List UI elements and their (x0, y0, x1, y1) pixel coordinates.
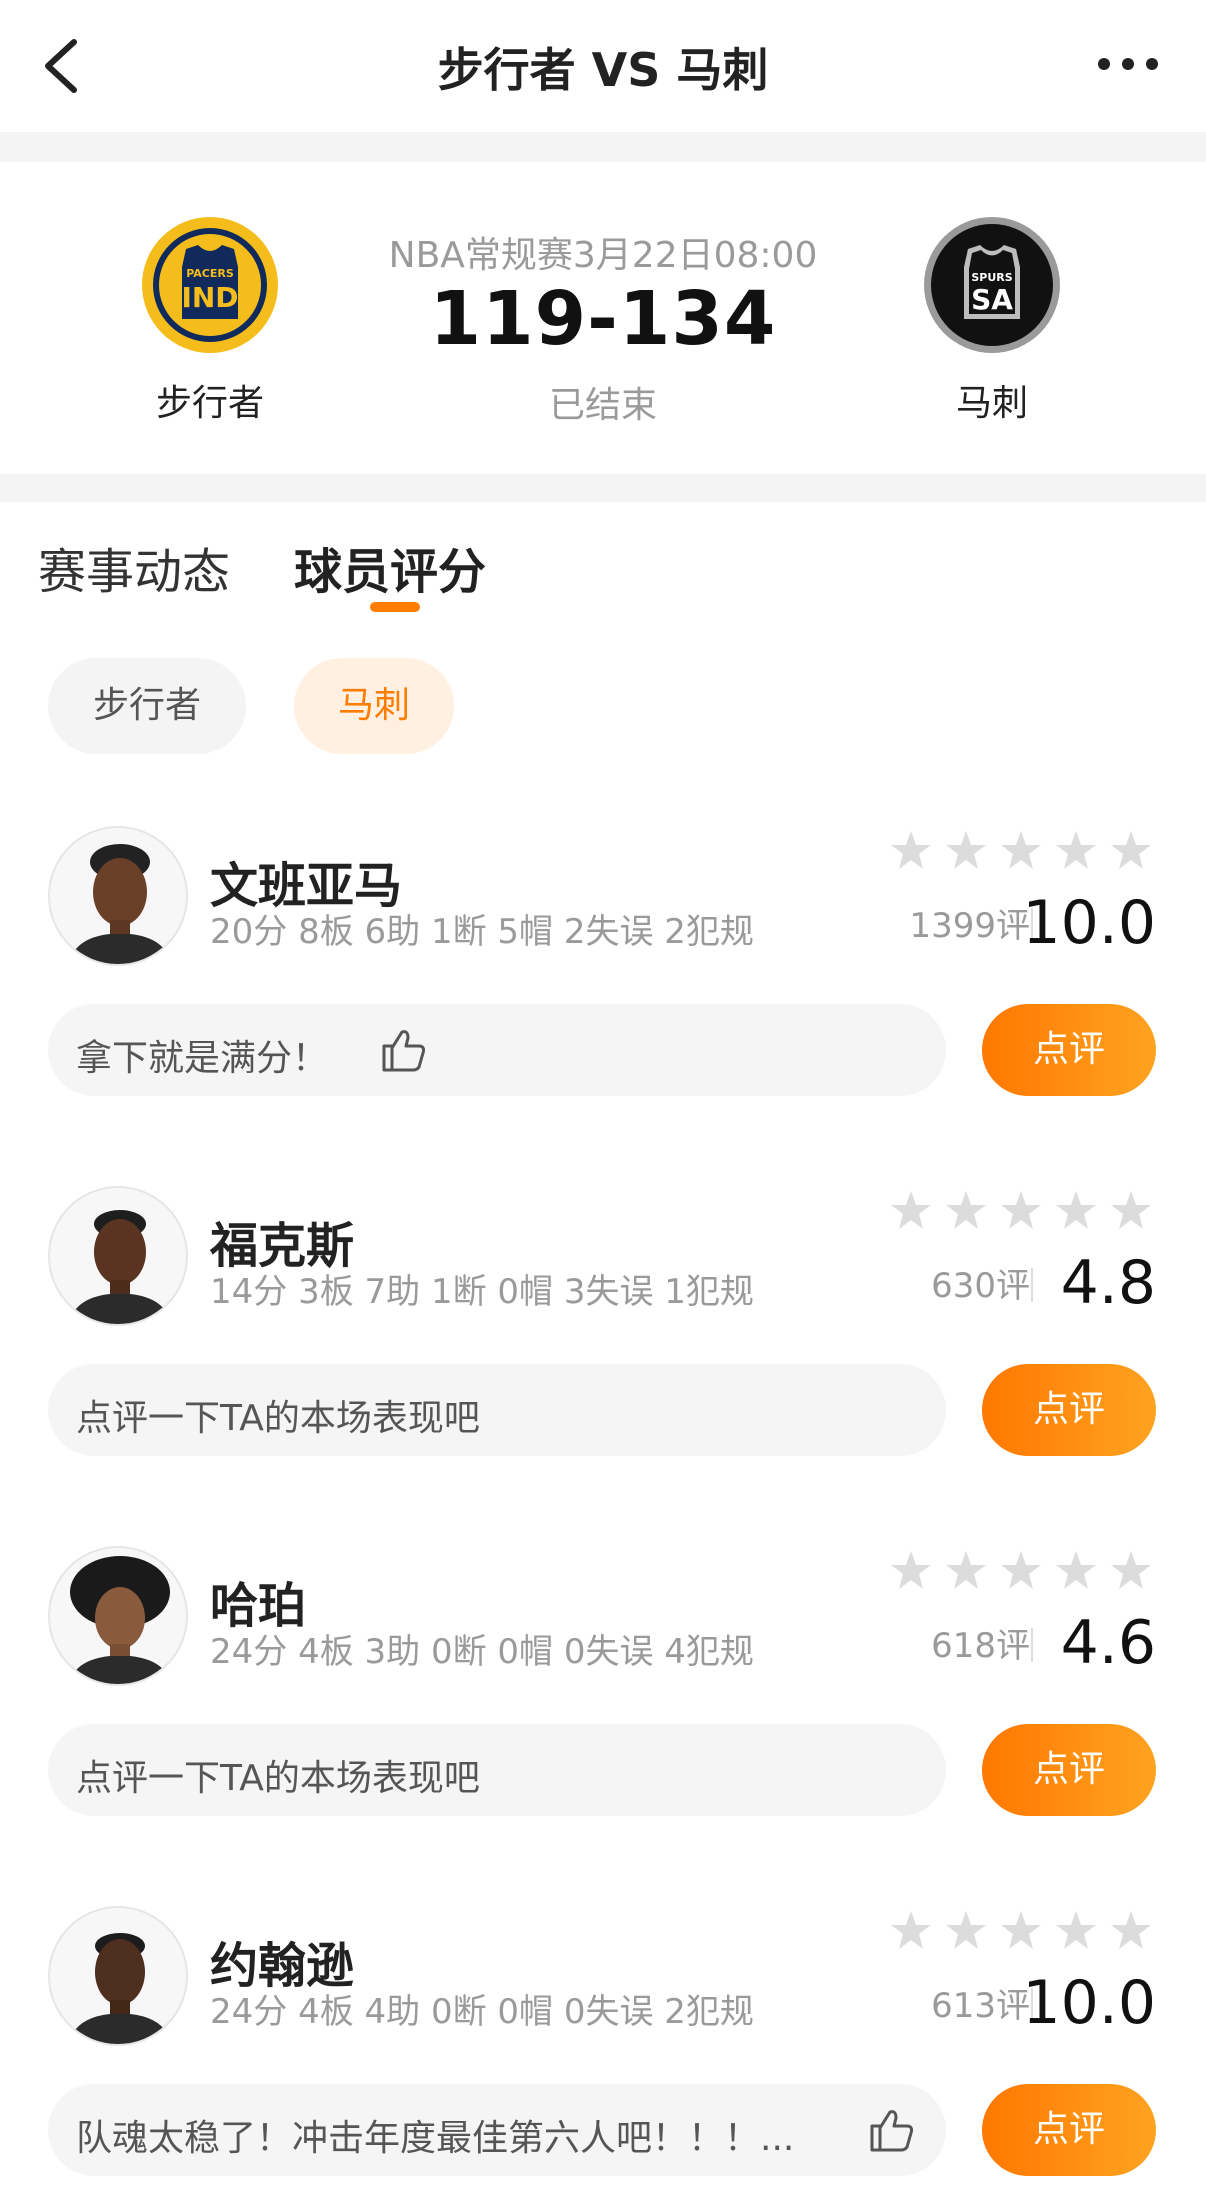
thumbs-up-icon[interactable] (378, 1024, 428, 1074)
divider (0, 474, 1206, 502)
player-score: 10.0 (1022, 1968, 1156, 2038)
player-score: 10.0 (1022, 888, 1156, 958)
thumbs-up-icon[interactable] (866, 2104, 916, 2154)
comment-text: 点评一下TA的本场表现吧 (76, 1758, 480, 1799)
review-button[interactable]: 点评 (982, 1004, 1156, 1096)
review-button[interactable]: 点评 (982, 1364, 1156, 1456)
player-avatar[interactable] (48, 1186, 188, 1326)
pacers-logo[interactable]: PACERS IND (140, 215, 280, 355)
active-tab-indicator (370, 602, 420, 612)
tab-game-feed[interactable]: 赛事动态 (38, 532, 230, 602)
star-rating-icon[interactable] (890, 830, 1152, 872)
review-button[interactable]: 点评 (982, 1724, 1156, 1816)
away-team-name: 马刺 (955, 383, 1028, 424)
more-options-icon[interactable] (1096, 52, 1160, 76)
game-status: 已结束 (548, 385, 657, 426)
rating-count: 630评 (931, 1266, 1030, 1306)
player-avatar[interactable] (48, 1546, 188, 1686)
divider (1031, 1628, 1033, 1662)
player-card: 哈珀 24分 4板 3助 0断 0帽 0失误 4犯规 618评 4.6 点评一下… (0, 1546, 1206, 1846)
review-button[interactable]: 点评 (982, 2084, 1156, 2176)
nav-bar: 步行者 VS 马刺 (0, 0, 1206, 132)
player-avatar[interactable] (48, 826, 188, 966)
player-stats: 20分 8板 6助 1断 5帽 2失误 2犯规 (210, 912, 754, 952)
comment-text: 点评一下TA的本场表现吧 (76, 1398, 480, 1439)
star-rating-icon[interactable] (890, 1190, 1152, 1232)
top-comment[interactable]: 队魂太稳了！冲击年度最佳第六人吧！！！... (48, 2084, 946, 2176)
player-stats: 24分 4板 3助 0断 0帽 0失误 4犯规 (210, 1632, 754, 1672)
player-score: 4.8 (1060, 1248, 1156, 1318)
tab-player-ratings[interactable]: 球员评分 (294, 532, 486, 602)
top-comment[interactable]: 拿下就是满分！ (48, 1004, 946, 1096)
divider (1031, 1268, 1033, 1302)
team-filter-pacers[interactable]: 步行者 (48, 658, 246, 754)
final-score: 119-134 (429, 276, 777, 362)
player-card: 福克斯 14分 3板 7助 1断 0帽 3失误 1犯规 630评 4.8 点评一… (0, 1186, 1206, 1486)
comment-prompt[interactable]: 点评一下TA的本场表现吧 (48, 1364, 946, 1456)
rating-count: 618评 (931, 1626, 1030, 1666)
player-card: 文班亚马 20分 8板 6助 1断 5帽 2失误 2犯规 1399评 10.0 … (0, 826, 1206, 1126)
rating-count: 613评 (931, 1986, 1030, 2026)
game-info: NBA常规赛3月22日08:00 (388, 235, 818, 276)
svg-text:IND: IND (181, 281, 238, 314)
player-card: 约翰逊 24分 4板 4助 0断 0帽 0失误 2犯规 613评 10.0 队魂… (0, 1906, 1206, 2206)
star-rating-icon[interactable] (890, 1550, 1152, 1592)
divider (0, 132, 1206, 162)
svg-text:PACERS: PACERS (186, 267, 234, 280)
team-filter-spurs[interactable]: 马刺 (294, 658, 454, 754)
player-stats: 14分 3板 7助 1断 0帽 3失误 1犯规 (210, 1272, 754, 1312)
star-rating-icon[interactable] (890, 1910, 1152, 1952)
player-score: 4.6 (1060, 1608, 1156, 1678)
comment-text: 拿下就是满分！ (76, 1038, 329, 1079)
spurs-logo[interactable]: SPURS SA (922, 215, 1062, 355)
svg-text:SA: SA (971, 283, 1013, 316)
player-stats: 24分 4板 4助 0断 0帽 0失误 2犯规 (210, 1992, 754, 2032)
rating-count: 1399评 (909, 906, 1030, 946)
comment-prompt[interactable]: 点评一下TA的本场表现吧 (48, 1724, 946, 1816)
player-avatar[interactable] (48, 1906, 188, 2046)
home-team-name: 步行者 (155, 383, 264, 424)
comment-text: 队魂太稳了！冲击年度最佳第六人吧！！！... (76, 2118, 795, 2159)
page-title: 步行者 VS 马刺 (437, 43, 769, 97)
